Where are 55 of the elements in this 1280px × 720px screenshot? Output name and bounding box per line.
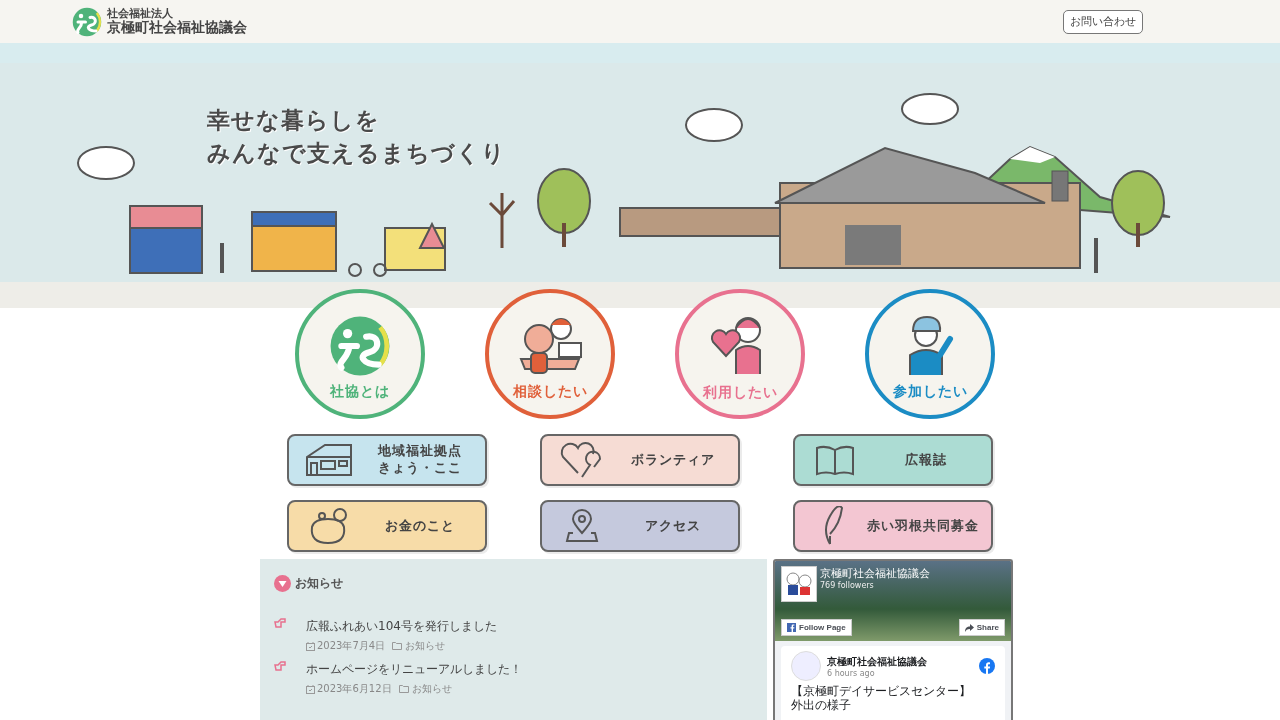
facebook-icon bbox=[787, 623, 796, 632]
post-time: 6 hours ago bbox=[827, 668, 876, 678]
menu-circle-label: 利用したい bbox=[702, 384, 778, 402]
logo-icon bbox=[329, 315, 391, 377]
folder-icon bbox=[392, 642, 404, 650]
follower-count: 769 followers bbox=[820, 581, 875, 590]
org-name: 京極町社会福祉協議会 bbox=[107, 19, 247, 35]
menu-circle-label: 社協とは bbox=[330, 383, 390, 401]
news-date: 2023年6月12日 bbox=[317, 682, 392, 696]
menu-circle-label: 相談したい bbox=[512, 383, 588, 401]
follow-page-button[interactable]: Follow Page bbox=[781, 619, 852, 636]
news-heading: お知らせ bbox=[295, 575, 343, 592]
page-avatar-icon bbox=[781, 566, 817, 602]
menu-button[interactable]: ボランティア bbox=[540, 434, 740, 486]
menu-button[interactable]: お金のこと bbox=[287, 500, 487, 552]
menu-circle[interactable]: 参加したい bbox=[865, 289, 995, 419]
menu-button[interactable]: 広報誌 bbox=[793, 434, 993, 486]
post-text: 外出の様子 bbox=[791, 698, 852, 713]
page-name[interactable]: 京極町社会福祉協議会 bbox=[820, 566, 930, 581]
menu-button-label: アクセス bbox=[645, 517, 701, 535]
consultation-icon bbox=[517, 315, 583, 377]
house-icon bbox=[305, 443, 353, 477]
post-author[interactable]: 京極町社会福祉協議会 bbox=[827, 654, 973, 669]
menu-button-label: 地域福祉拠点 bbox=[378, 443, 462, 460]
menu-button-label: ボランティア bbox=[631, 451, 715, 469]
logo-icon bbox=[72, 6, 102, 37]
menu-button-label: 広報誌 bbox=[905, 451, 947, 469]
calendar-icon bbox=[306, 641, 315, 651]
menu-button-label: 赤い羽根共同募金 bbox=[867, 517, 979, 535]
menu-circle[interactable]: 相談したい bbox=[485, 289, 615, 419]
author-avatar-icon bbox=[791, 651, 821, 681]
menu-button[interactable]: 地域福祉拠点 きょう・ここ bbox=[287, 434, 487, 486]
org-type: 社会福祉法人 bbox=[107, 8, 173, 20]
caret-down-icon bbox=[274, 575, 291, 592]
facebook-icon bbox=[979, 658, 995, 674]
post-text: 【京極町デイサービスセンター】 bbox=[791, 685, 972, 699]
menu-button-label: お金のこと bbox=[385, 517, 455, 535]
menu-circle-label: 参加したい bbox=[892, 383, 968, 401]
map-pin-icon bbox=[565, 509, 599, 543]
share-arrow-icon bbox=[964, 623, 974, 632]
hero-tagline: 幸せな暮らしを bbox=[207, 106, 381, 135]
news-date: 2023年7月4日 bbox=[317, 639, 386, 653]
contact-button[interactable]: お問い合わせ bbox=[1063, 9, 1143, 34]
hero-tagline: みんなで支えるまちづくり bbox=[207, 139, 506, 168]
menu-button-label: きょう・ここ bbox=[378, 460, 462, 477]
menu-button[interactable]: アクセス bbox=[540, 500, 740, 552]
coin-purse-icon bbox=[308, 507, 350, 545]
heart-hand-icon bbox=[560, 441, 604, 479]
news-title-link[interactable]: 広報ふれあい104号を発行しました bbox=[306, 618, 753, 635]
share-button[interactable]: Share bbox=[958, 619, 1005, 636]
folder-icon bbox=[398, 685, 410, 693]
news-title-link[interactable]: ホームページをリニューアルしました！ bbox=[306, 661, 753, 678]
open-book-icon bbox=[815, 444, 855, 476]
menu-button[interactable]: 赤い羽根共同募金 bbox=[793, 500, 993, 552]
calendar-icon bbox=[306, 684, 315, 694]
